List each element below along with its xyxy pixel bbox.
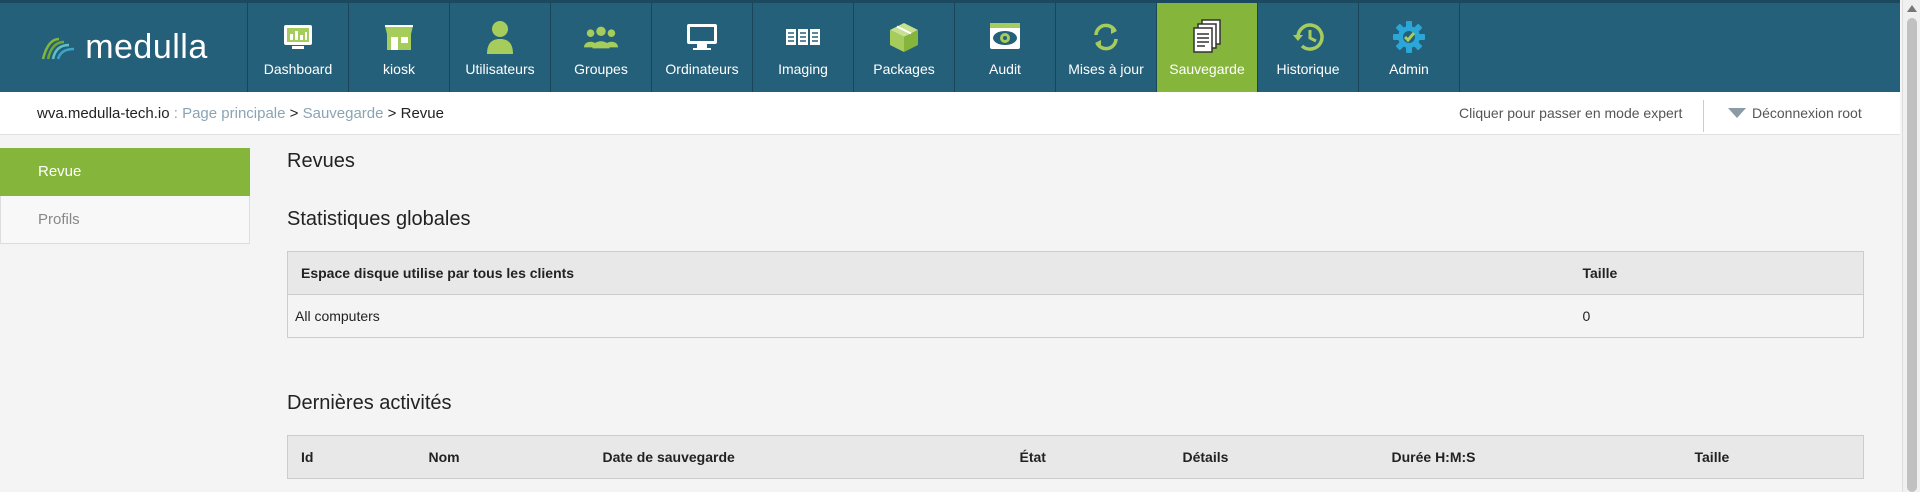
nav-item-imaging[interactable]: Imaging [753, 3, 854, 92]
packages-icon [886, 19, 922, 55]
sidebar-item-label: Revue [38, 163, 82, 180]
nav-item-utilisateurs[interactable]: Utilisateurs [450, 3, 551, 92]
imaging-icon [785, 19, 821, 55]
breadcrumb-bar: wva.medulla-tech.io : Page principale > … [0, 92, 1900, 135]
breadcrumb-host: wva.medulla-tech.io [37, 105, 170, 122]
recent-activities-heading: Dernières activités [287, 392, 452, 414]
kiosk-icon [381, 19, 417, 55]
updates-icon [1088, 19, 1124, 55]
breadcrumb-separator: > [285, 105, 303, 122]
scroll-up-arrow-icon[interactable] [1907, 5, 1917, 12]
nav-label: Imaging [778, 61, 828, 77]
nav-label: Audit [989, 61, 1021, 77]
page-title: Revues [287, 150, 355, 172]
breadcrumb-current: Revue [400, 105, 444, 122]
dashboard-icon [280, 19, 316, 55]
table-cell: 0 [1569, 294, 1864, 338]
sidebar-item-revue[interactable]: Revue [0, 148, 250, 196]
column-header: État [1006, 435, 1170, 479]
backup-icon [1189, 19, 1225, 55]
column-header: Nom [415, 435, 590, 479]
logo-text: medulla [85, 28, 208, 66]
nav-item-kiosk[interactable]: kiosk [349, 3, 450, 92]
breadcrumb-home-link[interactable]: Page principale [182, 105, 285, 122]
table-row: All computers 0 [287, 294, 1864, 338]
nav-label: Sauvegarde [1169, 61, 1245, 77]
scrollbar-thumb[interactable] [1907, 18, 1917, 492]
user-icon [482, 19, 518, 55]
nav-item-groupes[interactable]: Groupes [551, 3, 652, 92]
nav-label: Admin [1389, 61, 1429, 77]
breadcrumb: wva.medulla-tech.io : Page principale > … [37, 105, 444, 122]
breadcrumb-separator: : [169, 105, 183, 122]
logout-label: Déconnexion root [1752, 105, 1862, 121]
nav-item-mises-a-jour[interactable]: Mises à jour [1056, 3, 1157, 92]
column-header: Taille [1681, 435, 1864, 479]
medulla-logo-icon [41, 37, 75, 59]
nav-item-sauvegarde[interactable]: Sauvegarde [1157, 3, 1258, 92]
column-header: Taille [1569, 251, 1864, 295]
column-header: Détails [1169, 435, 1379, 479]
nav-label: Utilisateurs [465, 61, 535, 77]
medulla-logo[interactable]: medulla [0, 3, 248, 92]
nav-item-historique[interactable]: Historique [1258, 3, 1359, 92]
column-header: Durée H:M:S [1378, 435, 1682, 479]
column-header: Espace disque utilise par tous les clien… [287, 251, 1570, 295]
main-nav: Dashboard kiosk Utilisateurs Groupes Ord… [248, 3, 1460, 92]
sidebar-item-label: Profils [38, 211, 80, 228]
table-cell: All computers [287, 294, 1570, 338]
nav-label: kiosk [383, 61, 415, 77]
nav-label: Mises à jour [1068, 61, 1144, 77]
nav-label: Ordinateurs [665, 61, 739, 77]
sidebar-item-profils[interactable]: Profils [0, 196, 250, 244]
history-icon [1290, 19, 1326, 55]
table-header-row: Id Nom Date de sauvegarde État Détails D… [287, 435, 1864, 479]
vertical-scrollbar[interactable] [1902, 0, 1920, 492]
nav-item-dashboard[interactable]: Dashboard [248, 3, 349, 92]
top-navigation-bar: medulla Dashboard kiosk Utilisateurs Gro… [0, 0, 1900, 92]
nav-label: Packages [873, 61, 935, 77]
audit-icon [987, 19, 1023, 55]
expert-mode-link[interactable]: Cliquer pour passer en mode expert [1459, 105, 1682, 121]
nav-label: Dashboard [263, 61, 333, 77]
groups-icon [583, 19, 619, 55]
nav-item-ordinateurs[interactable]: Ordinateurs [652, 3, 753, 92]
nav-label: Historique [1276, 61, 1340, 77]
table-header-row: Espace disque utilise par tous les clien… [287, 251, 1864, 295]
nav-item-packages[interactable]: Packages [854, 3, 955, 92]
logout-link[interactable]: Déconnexion root [1728, 105, 1862, 121]
nav-item-admin[interactable]: Admin [1359, 3, 1460, 92]
dropdown-triangle-icon [1728, 108, 1746, 118]
recent-activities-table: Id Nom Date de sauvegarde État Détails D… [287, 435, 1864, 479]
breadcrumb-section-link[interactable]: Sauvegarde [303, 105, 384, 122]
sidebar: Revue Profils [0, 148, 250, 244]
computer-icon [684, 19, 720, 55]
nav-label: Groupes [574, 61, 628, 77]
global-stats-table: Espace disque utilise par tous les clien… [287, 251, 1864, 338]
global-stats-heading: Statistiques globales [287, 208, 471, 230]
column-header: Id [287, 435, 416, 479]
breadcrumb-separator: > [383, 105, 401, 122]
admin-gear-icon [1391, 19, 1427, 55]
column-header: Date de sauvegarde [589, 435, 1007, 479]
header-divider [1703, 100, 1704, 132]
nav-item-audit[interactable]: Audit [955, 3, 1056, 92]
